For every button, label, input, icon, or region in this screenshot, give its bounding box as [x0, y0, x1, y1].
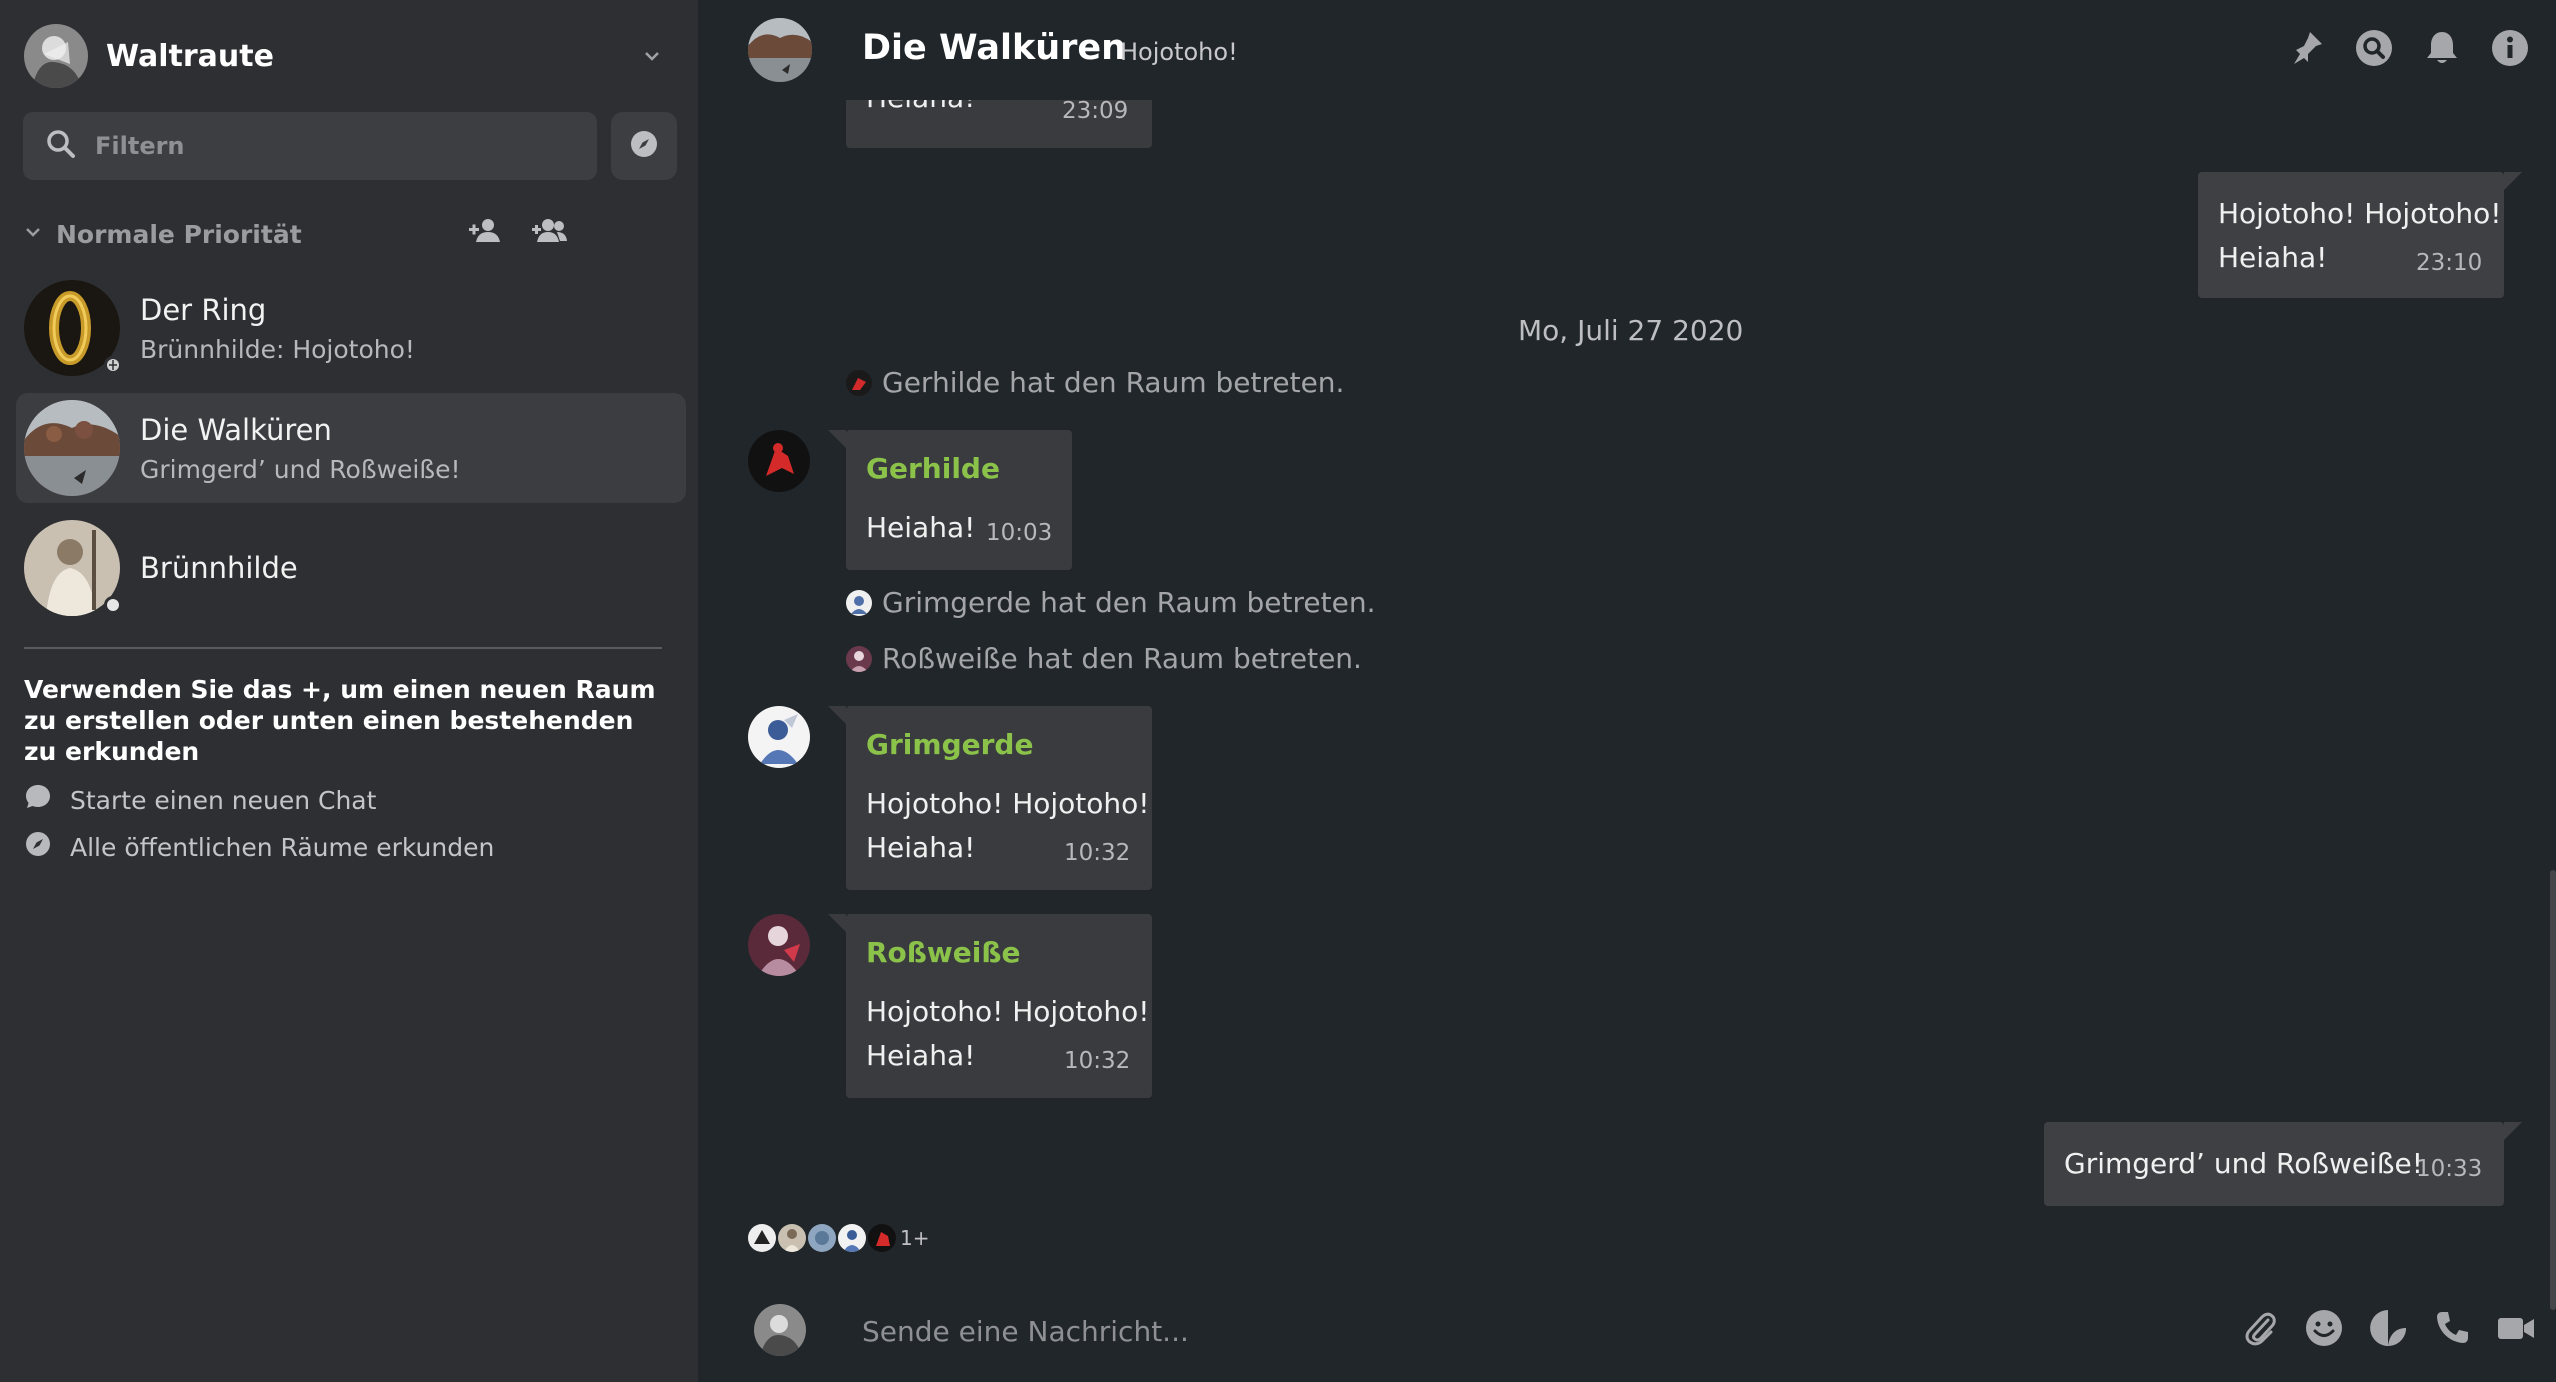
read-receipt-avatar [778, 1224, 806, 1252]
sender-name[interactable]: Gerhilde [866, 452, 1000, 485]
message-text: Hojotoho! Hojotoho! [866, 995, 1150, 1028]
video-icon[interactable] [2496, 1308, 2536, 1348]
room-item-bruennhilde[interactable]: Brünnhilde [16, 513, 686, 623]
sidebar: Waltraute Normale Priorität [0, 0, 698, 1382]
message-composer [698, 1290, 2556, 1382]
compass-icon [24, 830, 52, 864]
sender-name[interactable]: Grimgerde [866, 728, 1033, 761]
message-input[interactable] [862, 1308, 2162, 1354]
own-message-bubble[interactable]: Hojotoho! Hojotoho! Heiaha! 23:10 [2198, 172, 2522, 298]
sticker-icon[interactable] [2368, 1308, 2408, 1348]
presence-online-indicator [104, 596, 122, 614]
public-room-badge [104, 356, 122, 374]
read-receipt-avatar [868, 1224, 896, 1252]
message-text: Hojotoho! Hojotoho! [866, 787, 1150, 820]
chevron-down-icon[interactable] [22, 221, 44, 247]
event-text: Roßweiße hat den Raum betreten. [882, 642, 1362, 675]
room-item-die-walkueren[interactable]: Die Walküren Grimgerd’ und Roßweiße! [16, 393, 686, 503]
message-text: Heiaha! [866, 1039, 976, 1072]
sender-name[interactable]: Roßweiße [866, 936, 1021, 969]
filter-input[interactable] [95, 132, 575, 160]
room-avatar [24, 400, 120, 496]
event-avatar [846, 645, 872, 672]
account-name: Waltraute [106, 38, 274, 74]
room-item-der-ring[interactable]: Der Ring Brünnhilde: Hojotoho! [16, 273, 686, 383]
pin-icon[interactable] [2286, 28, 2326, 68]
sidebar-divider [24, 647, 662, 649]
start-new-chat-link[interactable]: Starte einen neuen Chat [24, 783, 376, 817]
message-time: 23:10 [2416, 250, 2483, 276]
search-icon [45, 128, 77, 164]
sidebar-hint-text: Verwenden Sie das +, um einen neuen Raum… [24, 675, 656, 766]
message-text: Heiaha! [866, 831, 976, 864]
message-time: 10:32 [1064, 1048, 1131, 1074]
message-text: Heiaha! [866, 511, 976, 544]
emoji-icon[interactable] [2304, 1308, 2344, 1348]
explore-public-rooms-label: Alle öffentlichen Räume erkunden [70, 832, 495, 862]
section-title: Normale Priorität [56, 219, 302, 249]
explore-public-rooms-link[interactable]: Alle öffentlichen Räume erkunden [24, 830, 494, 864]
message-time: 10:32 [1064, 840, 1131, 866]
explore-rooms-button[interactable] [611, 112, 677, 180]
read-receipts[interactable]: 1+ [748, 1224, 929, 1252]
membership-event: Grimgerde hat den Raum betreten. [846, 586, 1376, 619]
section-header[interactable]: Normale Priorität [22, 216, 642, 252]
add-group-icon[interactable] [532, 216, 568, 250]
account-switcher[interactable]: Waltraute [24, 24, 664, 88]
room-title[interactable]: Die Walküren [862, 28, 1126, 68]
room-avatar [24, 280, 122, 376]
room-preview: Grimgerd’ und Roßweiße! [140, 454, 461, 484]
sender-avatar[interactable] [748, 430, 810, 492]
room-preview: Brünnhilde: Hojotoho! [140, 334, 415, 364]
phone-icon[interactable] [2432, 1308, 2472, 1348]
timeline-scrollbar[interactable] [2550, 870, 2556, 1310]
bell-icon[interactable] [2422, 28, 2462, 68]
membership-event: Roßweiße hat den Raum betreten. [846, 642, 1362, 675]
read-receipt-avatar [808, 1224, 836, 1252]
chat-bubble-icon [24, 783, 52, 817]
read-receipt-count: 1+ [900, 1226, 930, 1250]
message-bubble[interactable]: Grimgerde Hojotoho! Hojotoho! Heiaha! 10… [828, 706, 1152, 890]
room-name: Brünnhilde [140, 551, 298, 585]
room-header: Die Walküren Hojotoho! [698, 0, 2556, 100]
event-text: Gerhilde hat den Raum betreten. [882, 366, 1345, 399]
event-text: Grimgerde hat den Raum betreten. [882, 586, 1376, 619]
paperclip-icon[interactable] [2240, 1308, 2280, 1348]
membership-event: Gerhilde hat den Raum betreten. [846, 366, 1344, 399]
filter-field[interactable] [23, 112, 597, 180]
chevron-down-icon[interactable] [640, 44, 664, 68]
date-separator: Mo, Juli 27 2020 [1518, 314, 1744, 347]
message-time: 10:03 [986, 520, 1053, 546]
room-avatar[interactable] [748, 18, 812, 82]
read-receipt-avatar [748, 1224, 776, 1252]
composer-avatar [754, 1304, 806, 1356]
message-bubble[interactable]: Roßweiße Hojotoho! Hojotoho! Heiaha! 10:… [828, 914, 1152, 1098]
room-name: Die Walküren [140, 412, 332, 447]
room-name: Der Ring [140, 292, 267, 327]
room-view: Heiaha! 23:09 Hojotoho! Hojotoho! Heiaha… [698, 0, 2556, 1382]
info-icon[interactable] [2490, 28, 2530, 68]
read-receipt-avatar [838, 1224, 866, 1252]
sender-avatar[interactable] [748, 706, 810, 768]
event-avatar [846, 589, 872, 616]
add-person-icon[interactable] [468, 216, 502, 250]
own-message-bubble[interactable]: Grimgerd’ und Roßweiße! 10:33 [2044, 1122, 2522, 1206]
message-text: Heiaha! [2218, 241, 2328, 274]
message-time: 23:09 [1062, 98, 1129, 124]
compass-icon [629, 129, 659, 163]
room-topic: Hojotoho! [1120, 38, 1238, 66]
message-time: 10:33 [2416, 1156, 2483, 1182]
account-avatar [24, 24, 88, 88]
room-avatar [24, 520, 122, 616]
search-icon[interactable] [2354, 28, 2394, 68]
message-text: Grimgerd’ und Roßweiße! [2064, 1147, 2423, 1180]
message-text: Hojotoho! Hojotoho! [2218, 197, 2502, 230]
sender-avatar[interactable] [748, 914, 810, 976]
event-avatar [846, 369, 872, 396]
message-bubble[interactable]: Gerhilde Heiaha! 10:03 [828, 430, 1072, 570]
start-new-chat-label: Starte einen neuen Chat [70, 785, 377, 815]
